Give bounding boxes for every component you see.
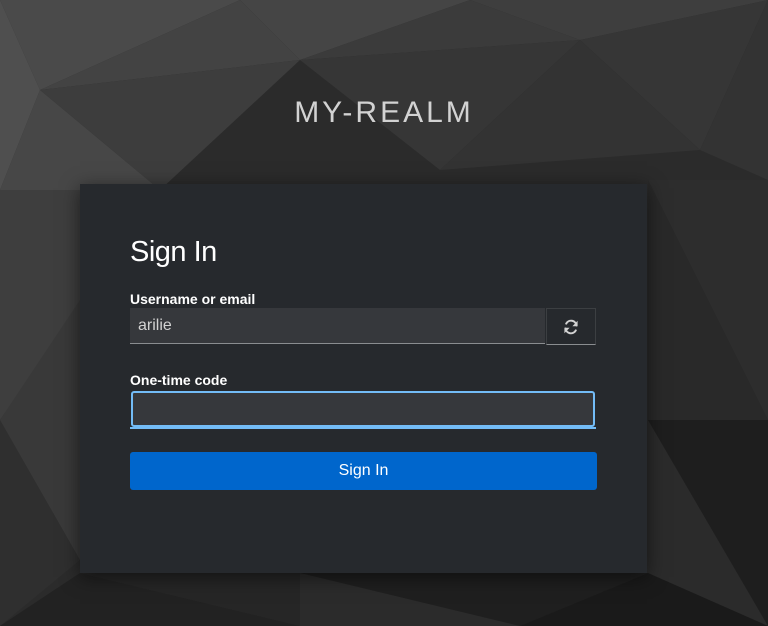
realm-title: MY-REALM (294, 96, 474, 129)
otp-label: One-time code (130, 372, 228, 388)
page-title: Sign In (130, 236, 217, 268)
refresh-icon (564, 319, 578, 334)
otp-focus-underline (130, 427, 596, 429)
login-card: Sign In Username or email One-time code … (80, 184, 647, 573)
sign-in-button[interactable]: Sign In (130, 452, 597, 490)
username-input[interactable] (130, 308, 545, 344)
restart-login-button[interactable] (546, 308, 596, 345)
otp-input[interactable] (131, 391, 595, 427)
username-label: Username or email (130, 291, 256, 307)
username-group (130, 308, 596, 346)
